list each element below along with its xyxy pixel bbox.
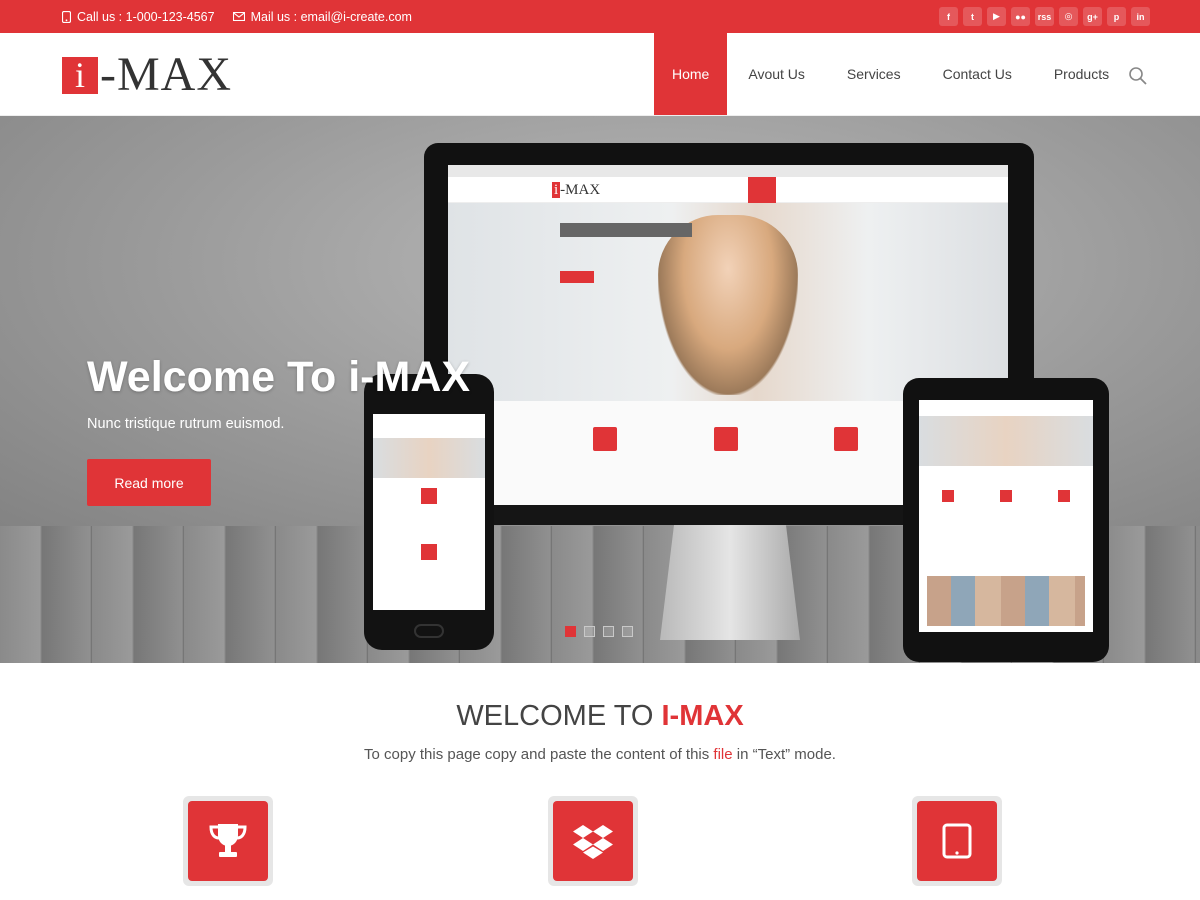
welcome-sub-after: in “Text” mode. xyxy=(732,746,836,763)
envelope-icon xyxy=(232,12,245,21)
hero-title: Welcome To i-MAX xyxy=(87,353,471,401)
hero-slider: i -MAX Welcome To i-MAX Nunc tristique r… xyxy=(0,116,1200,663)
youtube-icon[interactable]: ▶ xyxy=(987,7,1006,26)
dropbox-icon xyxy=(573,825,613,859)
site-header: i -MAX Home Avout Us Services Contact Us… xyxy=(0,33,1200,116)
nav-services[interactable]: Services xyxy=(826,33,922,115)
phone-hero xyxy=(373,438,485,478)
nav-contact-us[interactable]: Contact Us xyxy=(922,33,1033,115)
welcome-sub-before: To copy this page copy and paste the con… xyxy=(364,746,714,763)
mock-nav-active xyxy=(748,177,776,203)
monitor-stand xyxy=(660,525,800,640)
trophy-icon xyxy=(209,824,247,857)
social-links: f t ▶ ●● rss ◎ g+ p in xyxy=(939,7,1150,26)
slider-dot-2[interactable] xyxy=(584,626,595,637)
instagram-icon[interactable]: ◎ xyxy=(1059,7,1078,26)
mock-button xyxy=(560,271,594,283)
phone-screen xyxy=(373,414,485,610)
pinterest-icon[interactable]: p xyxy=(1107,7,1126,26)
phone-contact: Call us : 1-000-123-4567 xyxy=(62,10,215,24)
mock-header: i -MAX xyxy=(448,177,1008,203)
mail-text: Mail us : email@i-create.com xyxy=(250,9,412,24)
mock-dropbox-icon xyxy=(714,427,738,451)
search-button[interactable] xyxy=(1128,66,1148,86)
google-plus-icon[interactable]: g+ xyxy=(1083,7,1102,26)
mock-topbar xyxy=(448,165,1008,177)
mobile-phone-icon xyxy=(62,10,71,23)
logo-text: -MAX xyxy=(100,48,232,101)
tablet-project-grid xyxy=(927,576,1085,626)
tablet-icon-1 xyxy=(942,490,954,502)
flickr-icon[interactable]: ●● xyxy=(1011,7,1030,26)
welcome-title-accent: I-MAX xyxy=(661,700,744,732)
mock-tablet-icon xyxy=(834,427,858,451)
phone-power-icon xyxy=(421,488,437,504)
phone-home-button xyxy=(414,624,444,638)
tablet-icon xyxy=(942,823,972,859)
linkedin-icon[interactable]: in xyxy=(1131,7,1150,26)
tablet-hero xyxy=(919,416,1093,466)
tablet-screen xyxy=(919,400,1093,632)
feature-dropbox-box xyxy=(553,801,633,881)
slider-dot-1[interactable] xyxy=(565,626,576,637)
tablet-icon-3 xyxy=(1058,490,1070,502)
nav-about-us[interactable]: Avout Us xyxy=(727,33,826,115)
welcome-subtitle: To copy this page copy and paste the con… xyxy=(0,746,1200,763)
site-logo[interactable]: i -MAX xyxy=(62,48,232,101)
phone-text: Call us : 1-000-123-4567 xyxy=(77,9,215,24)
slider-dot-4[interactable] xyxy=(622,626,633,637)
child-photo xyxy=(658,215,798,395)
mock-hero-photo xyxy=(448,203,1008,401)
contact-info: Call us : 1-000-123-4567 Mail us : email… xyxy=(62,0,412,33)
feature-dropbox[interactable] xyxy=(548,796,638,886)
slider-dot-3[interactable] xyxy=(603,626,614,637)
mock-power-icon xyxy=(593,427,617,451)
search-icon xyxy=(1129,67,1147,85)
top-bar: Call us : 1-000-123-4567 Mail us : email… xyxy=(0,0,1200,33)
feature-trophy[interactable] xyxy=(183,796,273,886)
feature-tablet-box xyxy=(917,801,997,881)
rss-icon[interactable]: rss xyxy=(1035,7,1054,26)
nav-home[interactable]: Home xyxy=(654,33,728,115)
hero-subtitle: Nunc tristique rutrum euismod. xyxy=(87,416,285,432)
welcome-title-plain: WELCOME TO xyxy=(456,700,662,732)
phone-dropbox-icon xyxy=(421,544,437,560)
nav-products[interactable]: Products xyxy=(1033,33,1130,115)
feature-tablet[interactable] xyxy=(912,796,1002,886)
mail-contact: Mail us : email@i-create.com xyxy=(232,9,412,24)
slider-pagination xyxy=(565,626,633,637)
logo-mark: i xyxy=(62,56,98,94)
phone-mockup xyxy=(364,374,494,650)
welcome-title: WELCOME TO I-MAX xyxy=(0,700,1200,733)
tablet-mockup xyxy=(903,378,1109,662)
twitter-icon[interactable]: t xyxy=(963,7,982,26)
feature-trophy-box xyxy=(188,801,268,881)
file-link[interactable]: file xyxy=(713,746,732,763)
tablet-feature-icons xyxy=(919,490,1093,502)
mock-logo: i -MAX xyxy=(552,182,601,198)
main-nav: Home Avout Us Services Contact Us Produc… xyxy=(654,33,1130,115)
tablet-icon-2 xyxy=(1000,490,1012,502)
read-more-button[interactable]: Read more xyxy=(87,459,211,506)
facebook-icon[interactable]: f xyxy=(939,7,958,26)
mock-caption xyxy=(560,223,692,237)
